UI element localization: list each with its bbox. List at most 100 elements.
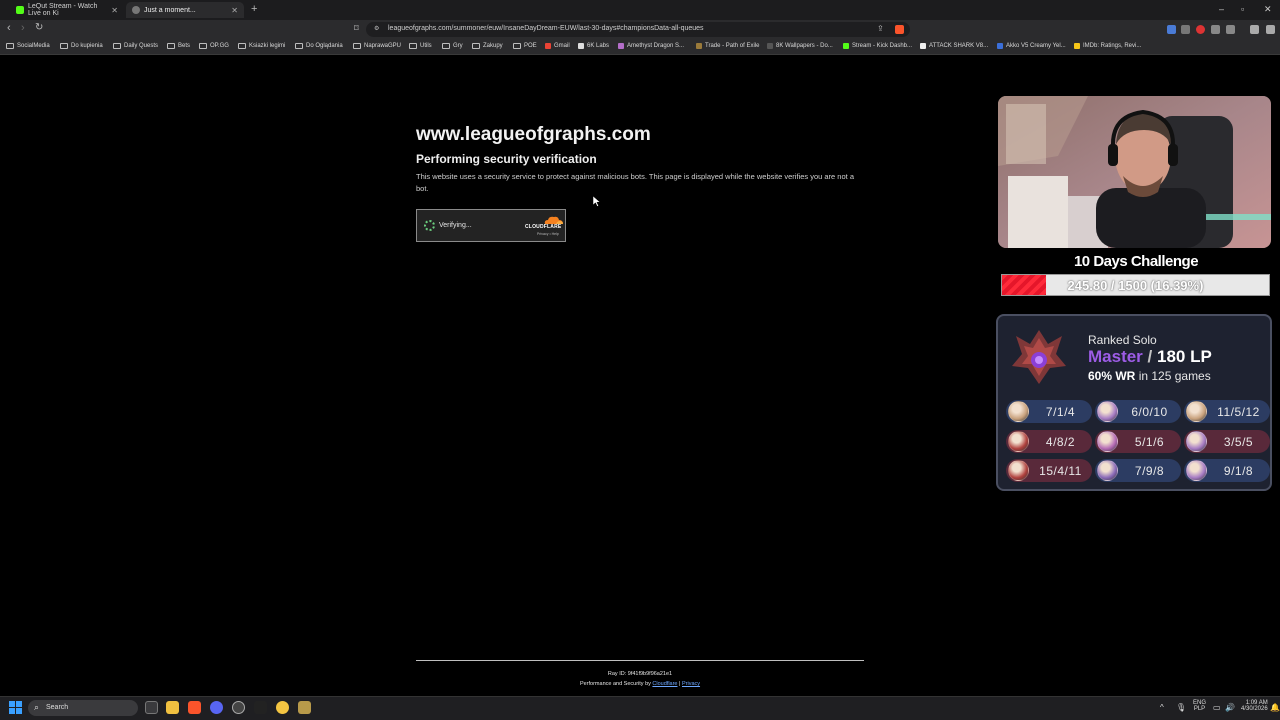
globe-icon [132, 6, 140, 14]
notification-bell-icon[interactable]: 🔔 [1270, 703, 1280, 712]
windows-start-icon[interactable] [9, 701, 22, 714]
cloudflare-link[interactable]: Cloudflare [652, 681, 677, 687]
match-tile: 7/1/4 [1006, 400, 1092, 423]
extension-icon[interactable] [1167, 25, 1176, 34]
widget-links[interactable]: Privacy • Help [537, 232, 559, 236]
discord-icon[interactable] [210, 701, 223, 714]
obs-icon[interactable] [254, 701, 267, 714]
task-view-icon[interactable] [145, 701, 158, 714]
bookmark-imdb[interactable]: IMDb: Ratings, Revi... [1074, 43, 1141, 49]
6k-labs-icon [578, 43, 584, 49]
sidebar-icon[interactable] [1226, 25, 1235, 34]
bookmark-trade-poe[interactable]: Trade - Path of Exile [696, 43, 759, 49]
dragon-icon [618, 43, 624, 49]
cloudflare-turnstile-widget[interactable]: Verifying... CLOUDFLARE Privacy • Help [416, 209, 566, 242]
menu-icon[interactable] [1266, 25, 1275, 34]
bookmark-folder[interactable]: Do Oglądania [295, 43, 343, 49]
forward-button[interactable]: › [21, 22, 25, 34]
bookmark-folder[interactable]: OP.GG [199, 43, 229, 49]
url-text: leagueofgraphs.com/summoner/euw/InsaneDa… [388, 25, 704, 32]
bookmark-icon[interactable]: ⌑ [354, 23, 359, 34]
imdb-icon [1074, 43, 1080, 49]
maximize-button[interactable]: ▫ [1241, 4, 1244, 14]
music-icon[interactable] [1250, 25, 1259, 34]
new-tab-button[interactable]: + [251, 3, 257, 15]
reload-button[interactable]: ↻ [35, 22, 43, 33]
share-icon[interactable]: ⇪ [877, 24, 884, 33]
minimize-button[interactable]: – [1219, 4, 1224, 14]
folder-icon [60, 43, 68, 49]
tab-close-icon[interactable]: ✕ [111, 6, 118, 15]
bookmark-folder[interactable]: POE [513, 43, 537, 49]
progress-text: 245.80 / 1500 (16.39%) [1067, 278, 1204, 293]
bookmark-gmail[interactable]: Gmail [545, 43, 570, 49]
privacy-link[interactable]: Privacy [682, 681, 700, 687]
bookmark-attack-shark[interactable]: ATTACK SHARK V8... [920, 43, 988, 49]
webcam-feed [998, 96, 1271, 248]
volume-icon[interactable]: 🔊 [1225, 703, 1235, 712]
bookmark-8k-wallpapers[interactable]: 8K Wallpapers - Do... [767, 43, 833, 49]
tab-lequt-stream[interactable]: LeQut Stream - Watch Live on Ki ✕ [10, 2, 124, 18]
champion-portrait-icon [1097, 460, 1118, 481]
language-indicator[interactable]: ENG PLP [1193, 700, 1206, 712]
match-tile: 5/1/6 [1095, 430, 1181, 453]
match-tile: 6/0/10 [1095, 400, 1181, 423]
attack-shark-icon [920, 43, 926, 49]
brave-shield-icon[interactable] [895, 25, 904, 34]
bookmark-folder[interactable]: SocialMedia [6, 43, 50, 49]
microphone-icon[interactable]: 🎙 [1176, 703, 1186, 712]
bookmark-akko[interactable]: Akko V5 Creamy Yel... [997, 43, 1066, 49]
footer-divider [416, 660, 864, 661]
bookmark-folder[interactable]: Gry [442, 43, 463, 49]
kick-icon [16, 6, 24, 14]
tab-just-a-moment[interactable]: Just a moment... ✕ [126, 2, 244, 18]
file-explorer-icon[interactable] [166, 701, 179, 714]
folder-icon [409, 43, 417, 49]
search-icon: ⌕ [34, 702, 40, 712]
league-client-icon[interactable] [298, 701, 311, 714]
champion-portrait-icon [1186, 401, 1207, 422]
site-info-icon[interactable]: ⚙ [374, 25, 379, 32]
kda-score: 7/1/4 [1045, 404, 1076, 419]
perf-prefix: Performance and Security by [579, 681, 651, 687]
bookmark-folder[interactable]: Daily Quests [113, 43, 158, 49]
extension-icon[interactable] [1181, 25, 1190, 34]
champion-portrait-icon [1008, 401, 1029, 422]
bookmark-folder[interactable]: Ksiazki legimi [238, 43, 285, 49]
site-title: www.leagueofgraphs.com [416, 124, 651, 145]
kda-score: 3/5/5 [1223, 434, 1254, 449]
steam-icon[interactable] [232, 701, 245, 714]
rank-separator: / [1147, 347, 1153, 366]
bookmark-folder[interactable]: Do kupienia [60, 43, 103, 49]
back-button[interactable]: ‹ [7, 22, 11, 34]
master-rank-emblem-icon [1012, 330, 1066, 384]
record-icon[interactable] [1196, 25, 1205, 34]
emoji-app-icon[interactable] [276, 701, 289, 714]
bookmark-folder[interactable]: NaprawaGPU [353, 43, 401, 49]
rank-tier: Master [1088, 347, 1143, 366]
bookmark-folder[interactable]: Utils [409, 43, 432, 49]
rank-line: Master / 180 LP [1088, 347, 1212, 367]
bookmark-folder[interactable]: Bets [167, 43, 190, 49]
puzzle-icon[interactable] [1211, 25, 1220, 34]
folder-icon [353, 43, 361, 49]
clock[interactable]: 1:09 AM 4/30/2026 [1241, 700, 1268, 712]
champion-portrait-icon [1008, 431, 1029, 452]
bookmark-amethyst-dragon[interactable]: Amethyst Dragon S... [618, 43, 684, 49]
network-icon[interactable]: ▭ [1213, 703, 1221, 712]
tray-chevron-icon[interactable]: ^ [1160, 703, 1164, 712]
winrate-line: 60% WR in 125 games [1088, 369, 1211, 383]
tab-close-icon[interactable]: ✕ [231, 6, 238, 15]
taskbar-search[interactable] [28, 700, 138, 716]
kda-score: 9/1/8 [1223, 463, 1254, 478]
match-tile: 9/1/8 [1184, 459, 1270, 482]
performance-footer: Performance and Security by Cloudflare |… [416, 681, 864, 687]
kda-score: 5/1/6 [1134, 434, 1165, 449]
champion-portrait-icon [1186, 460, 1207, 481]
bookmark-kick-dashboard[interactable]: Stream - Kick Dashb... [843, 43, 912, 49]
bookmark-6k-labs[interactable]: 6K Labs [578, 43, 609, 49]
bookmark-folder[interactable]: Zakupy [472, 43, 503, 49]
brave-browser-icon[interactable] [188, 701, 201, 714]
wallpaper-icon [767, 43, 773, 49]
close-window-button[interactable]: ✕ [1264, 4, 1272, 15]
